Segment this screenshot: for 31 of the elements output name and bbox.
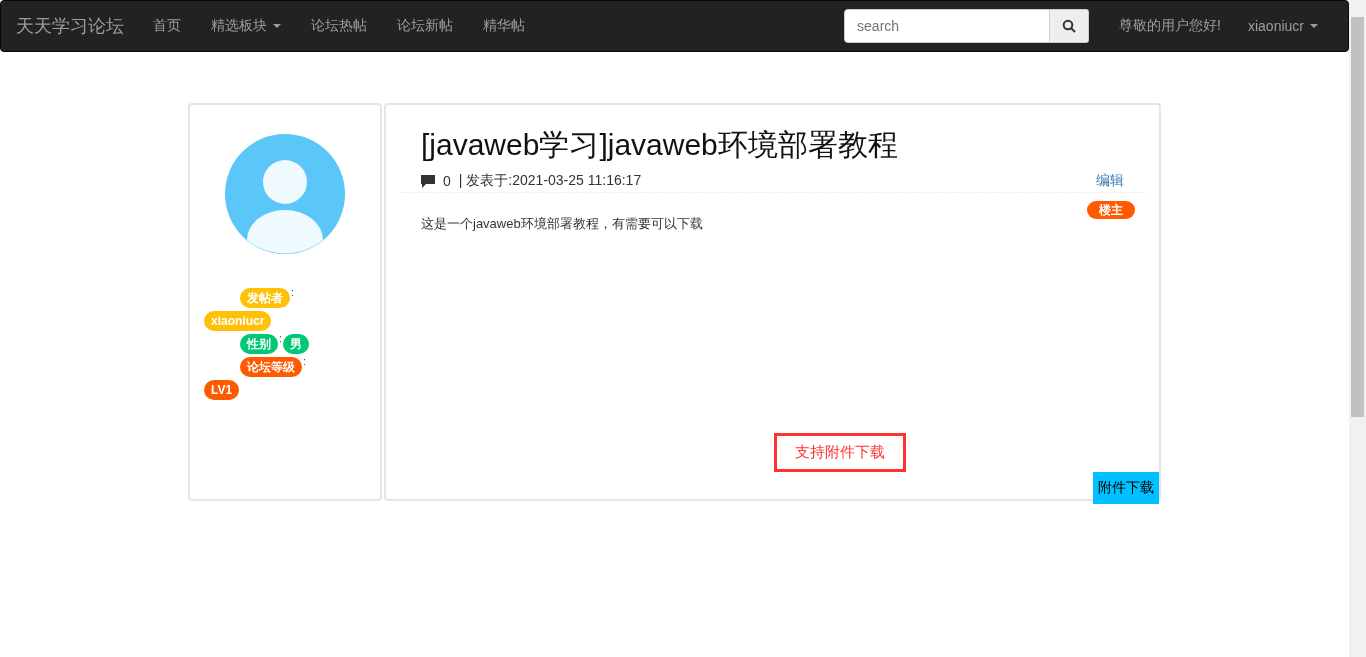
field-value-tag: LV1 (204, 380, 240, 400)
separator-text: : (279, 334, 282, 344)
post-date: | 发表于:2021-03-25 11:16:17 (458, 172, 642, 190)
post-title: [javaweb学习]javaweb环境部署教程 (421, 127, 899, 163)
greeting-text: 尊敬的用户您好! (1119, 17, 1221, 35)
field-value-tag: xiaoniucr (204, 311, 272, 331)
scrollbar[interactable] (1349, 0, 1366, 657)
search-button[interactable] (1049, 9, 1090, 43)
search-icon (1062, 19, 1077, 33)
field-label-tag: 发帖者 (240, 288, 290, 308)
owner-badge: 楼主 (1087, 201, 1135, 219)
avatar-icon (225, 134, 345, 254)
attachment-note: 支持附件下载 (774, 433, 906, 472)
reply-count: 0 (443, 173, 451, 189)
nav-link[interactable]: 精选板块 (196, 17, 296, 35)
user-menu[interactable]: xiaoniucr (1232, 18, 1333, 34)
search-field[interactable]: search (844, 9, 1050, 43)
field-label-tag: 论坛等级 (240, 357, 302, 377)
field-label-tag: 性别 (240, 334, 278, 354)
download-button[interactable]: 附件下载 (1093, 472, 1159, 504)
brand-link[interactable]: 天天学习论坛 (16, 14, 124, 38)
separator-text: : (291, 288, 294, 298)
field-value-tag: 男 (282, 334, 309, 354)
nav-link[interactable]: 首页 (138, 17, 196, 35)
separator-text: : (303, 357, 306, 367)
post-body: 这是一个javaweb环境部署教程，有需要可以下载 (421, 215, 703, 233)
comment-icon (421, 174, 435, 188)
nav-link[interactable]: 论坛热帖 (296, 17, 382, 35)
edit-link[interactable]: 编辑 (1096, 172, 1124, 190)
nav-link[interactable]: 论坛新帖 (382, 17, 468, 35)
nav-link[interactable]: 精华帖 (468, 17, 540, 35)
